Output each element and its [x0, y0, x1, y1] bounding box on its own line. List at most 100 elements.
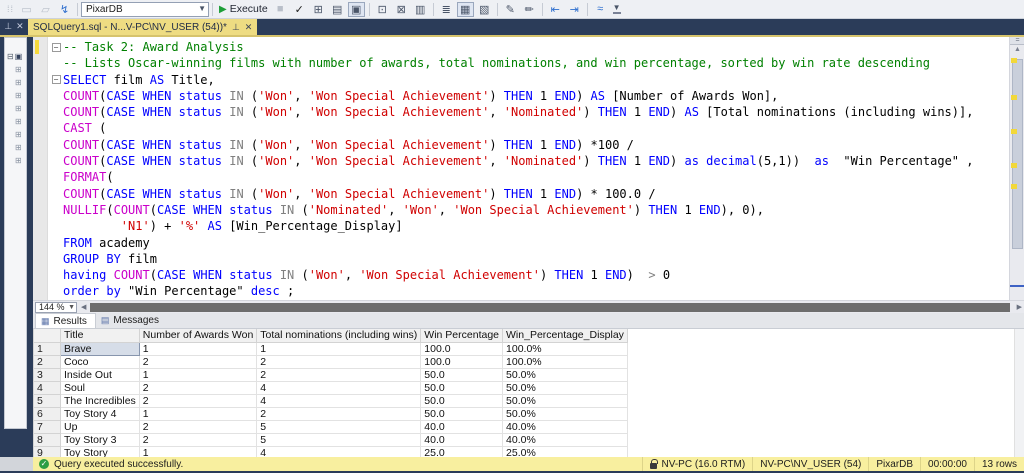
tab-close-icon[interactable]: ✕	[245, 22, 253, 33]
results-to-text-icon[interactable]: ≣	[438, 2, 455, 17]
client-stats-icon[interactable]: ▥	[412, 2, 429, 17]
column-header[interactable]: Number of Awards Won	[138, 329, 258, 343]
scroll-left-icon[interactable]: ◀	[81, 303, 86, 311]
grid-cell[interactable]: 25.0	[420, 445, 504, 457]
grid-cell[interactable]: 2	[138, 354, 258, 369]
grid-cell[interactable]: 50.0	[420, 367, 504, 382]
indent-icon[interactable]: ⇥	[566, 2, 583, 17]
scroll-right-icon[interactable]: ▶	[1017, 303, 1022, 311]
grid-cell[interactable]: 4	[256, 380, 422, 395]
splitter-handle[interactable]: =	[1010, 37, 1024, 45]
panel-close-icon[interactable]: ✕	[16, 21, 24, 32]
grid-cell[interactable]: 2	[138, 419, 258, 434]
column-header[interactable]: Total nominations (including wins)	[256, 329, 422, 343]
grid-cell[interactable]: 50.0	[420, 393, 504, 408]
grid-cell[interactable]: 100.0%	[502, 341, 628, 356]
grid-cell[interactable]: 1	[138, 445, 258, 457]
table-row[interactable]: 2 Coco 2 2 100.0 100.0%	[33, 354, 628, 369]
grid-cell[interactable]: 50.0%	[502, 406, 628, 421]
table-row[interactable]: 4 Soul 2 4 50.0 50.0%	[33, 380, 628, 395]
code-lines[interactable]: − -- Task 2: Award Analysis -- Lists Oscar…	[49, 39, 973, 300]
row-number[interactable]: 6	[33, 406, 61, 421]
editor-vertical-scrollbar[interactable]: = ▲	[1009, 37, 1024, 300]
code-line[interactable]: COUNT(CASE WHEN status IN ('Won', 'Won S…	[49, 137, 973, 153]
table-row[interactable]: 8 Toy Story 3 2 5 40.0 40.0%	[33, 432, 628, 447]
grid-cell[interactable]: Toy Story 4	[60, 406, 140, 421]
grid-cell[interactable]: The Incredibles	[60, 393, 140, 408]
sqlcmd-icon[interactable]: ≈	[592, 2, 609, 17]
grid-cell[interactable]: Brave	[60, 341, 140, 356]
code-line[interactable]: having COUNT(CASE WHEN status IN ('Won',…	[49, 267, 973, 283]
table-row[interactable]: 6 Toy Story 4 1 2 50.0 50.0%	[33, 406, 628, 421]
grid-cell[interactable]: 2	[256, 367, 422, 382]
code-line[interactable]: 'N1') + '%' AS [Win_Percentage_Display]	[49, 218, 973, 234]
corner-header[interactable]	[33, 329, 61, 343]
grid-cell[interactable]: 40.0%	[502, 419, 628, 434]
code-line[interactable]: COUNT(CASE WHEN status IN ('Won', 'Won S…	[49, 186, 973, 202]
tree-node-icon[interactable]: ⊞	[5, 141, 26, 154]
grid-cell[interactable]: 2	[256, 406, 422, 421]
chevron-down-icon[interactable]: ▼	[68, 304, 75, 311]
code-line[interactable]: COUNT(CASE WHEN status IN ('Won', 'Won S…	[49, 104, 973, 120]
grid-cell[interactable]: 2	[138, 380, 258, 395]
grid-cell[interactable]: 40.0%	[502, 432, 628, 447]
grid-cell[interactable]: 100.0%	[502, 354, 628, 369]
parse-icon[interactable]: ✓	[291, 2, 308, 17]
row-number[interactable]: 7	[33, 419, 61, 434]
tree-node-icon[interactable]: ⊞	[5, 128, 26, 141]
grid-cell[interactable]: Coco	[60, 354, 140, 369]
fold-collapse-icon[interactable]: −	[51, 42, 61, 52]
grid-cell[interactable]: 1	[138, 406, 258, 421]
scroll-up-icon[interactable]: ▲	[1010, 46, 1024, 53]
grid-cell[interactable]: 5	[256, 419, 422, 434]
grid-cell[interactable]: 50.0%	[502, 367, 628, 382]
grid-cell[interactable]: 40.0	[420, 419, 504, 434]
code-line[interactable]: GROUP BY film	[49, 251, 973, 267]
grid-cell[interactable]: 50.0	[420, 406, 504, 421]
live-query-stats-icon[interactable]: ⊠	[393, 2, 410, 17]
table-row[interactable]: 9 Toy Story 1 4 25.0 25.0%	[33, 445, 628, 457]
uncomment-icon[interactable]: ✏	[521, 2, 538, 17]
grid-cell[interactable]: 25.0%	[502, 445, 628, 457]
results-to-file-icon[interactable]: ▧	[476, 2, 493, 17]
grid-cell[interactable]: Toy Story 3	[60, 432, 140, 447]
tab-pin-icon[interactable]: ⊥	[232, 22, 240, 33]
results-to-grid-icon[interactable]: ▦	[456, 1, 474, 17]
tab-results[interactable]: ▦ Results	[35, 313, 96, 328]
grid-cell[interactable]: 40.0	[420, 432, 504, 447]
code-line[interactable]: FORMAT(	[49, 169, 973, 185]
grid-cell[interactable]: Toy Story	[60, 445, 140, 457]
vertical-scroll-thumb[interactable]	[1012, 59, 1023, 249]
tree-node-icon[interactable]: ⊞	[5, 63, 26, 76]
tab-messages[interactable]: ▤ Messages	[96, 313, 167, 328]
results-grid[interactable]: Title Number of Awards Won Total nominatio…	[33, 329, 1024, 457]
grid-cell[interactable]: 50.0%	[502, 380, 628, 395]
grid-cell[interactable]: 2	[138, 432, 258, 447]
sql-editor[interactable]: − -- Task 2: Award Analysis -- Lists Oscar…	[33, 37, 1024, 300]
tree-node-icon[interactable]: ⊞	[5, 102, 26, 115]
panel-pin-icon[interactable]: ⊥	[4, 21, 12, 32]
row-number[interactable]: 3	[33, 367, 61, 382]
tree-node-icon[interactable]: ⊞	[5, 115, 26, 128]
grid-cell[interactable]: 50.0	[420, 380, 504, 395]
grid-cell[interactable]: 1	[138, 367, 258, 382]
grid-cell[interactable]: 4	[256, 445, 422, 457]
row-number[interactable]: 1	[33, 341, 61, 356]
grid-cell[interactable]: 2	[138, 393, 258, 408]
grid-cell[interactable]: 1	[138, 341, 258, 356]
grid-cell[interactable]: Up	[60, 419, 140, 434]
grid-cell[interactable]: 5	[256, 432, 422, 447]
grid-cell[interactable]: 100.0	[420, 354, 504, 369]
execute-button[interactable]: ▶ Execute	[219, 3, 268, 15]
row-number[interactable]: 5	[33, 393, 61, 408]
intellisense-icon[interactable]: ▣	[347, 1, 365, 17]
grid-cell[interactable]: 1	[256, 341, 422, 356]
comment-icon[interactable]: ✎	[502, 2, 519, 17]
code-line[interactable]: -- Lists Oscar-winning films with number…	[49, 55, 973, 71]
grid-cell[interactable]: 100.0	[420, 341, 504, 356]
table-row[interactable]: 7 Up 2 5 40.0 40.0%	[33, 419, 628, 434]
actual-plan-icon[interactable]: ⊡	[374, 2, 391, 17]
horizontal-scroll-thumb[interactable]	[90, 302, 1010, 312]
row-number[interactable]: 2	[33, 354, 61, 369]
fold-collapse-icon[interactable]: −	[51, 75, 61, 85]
